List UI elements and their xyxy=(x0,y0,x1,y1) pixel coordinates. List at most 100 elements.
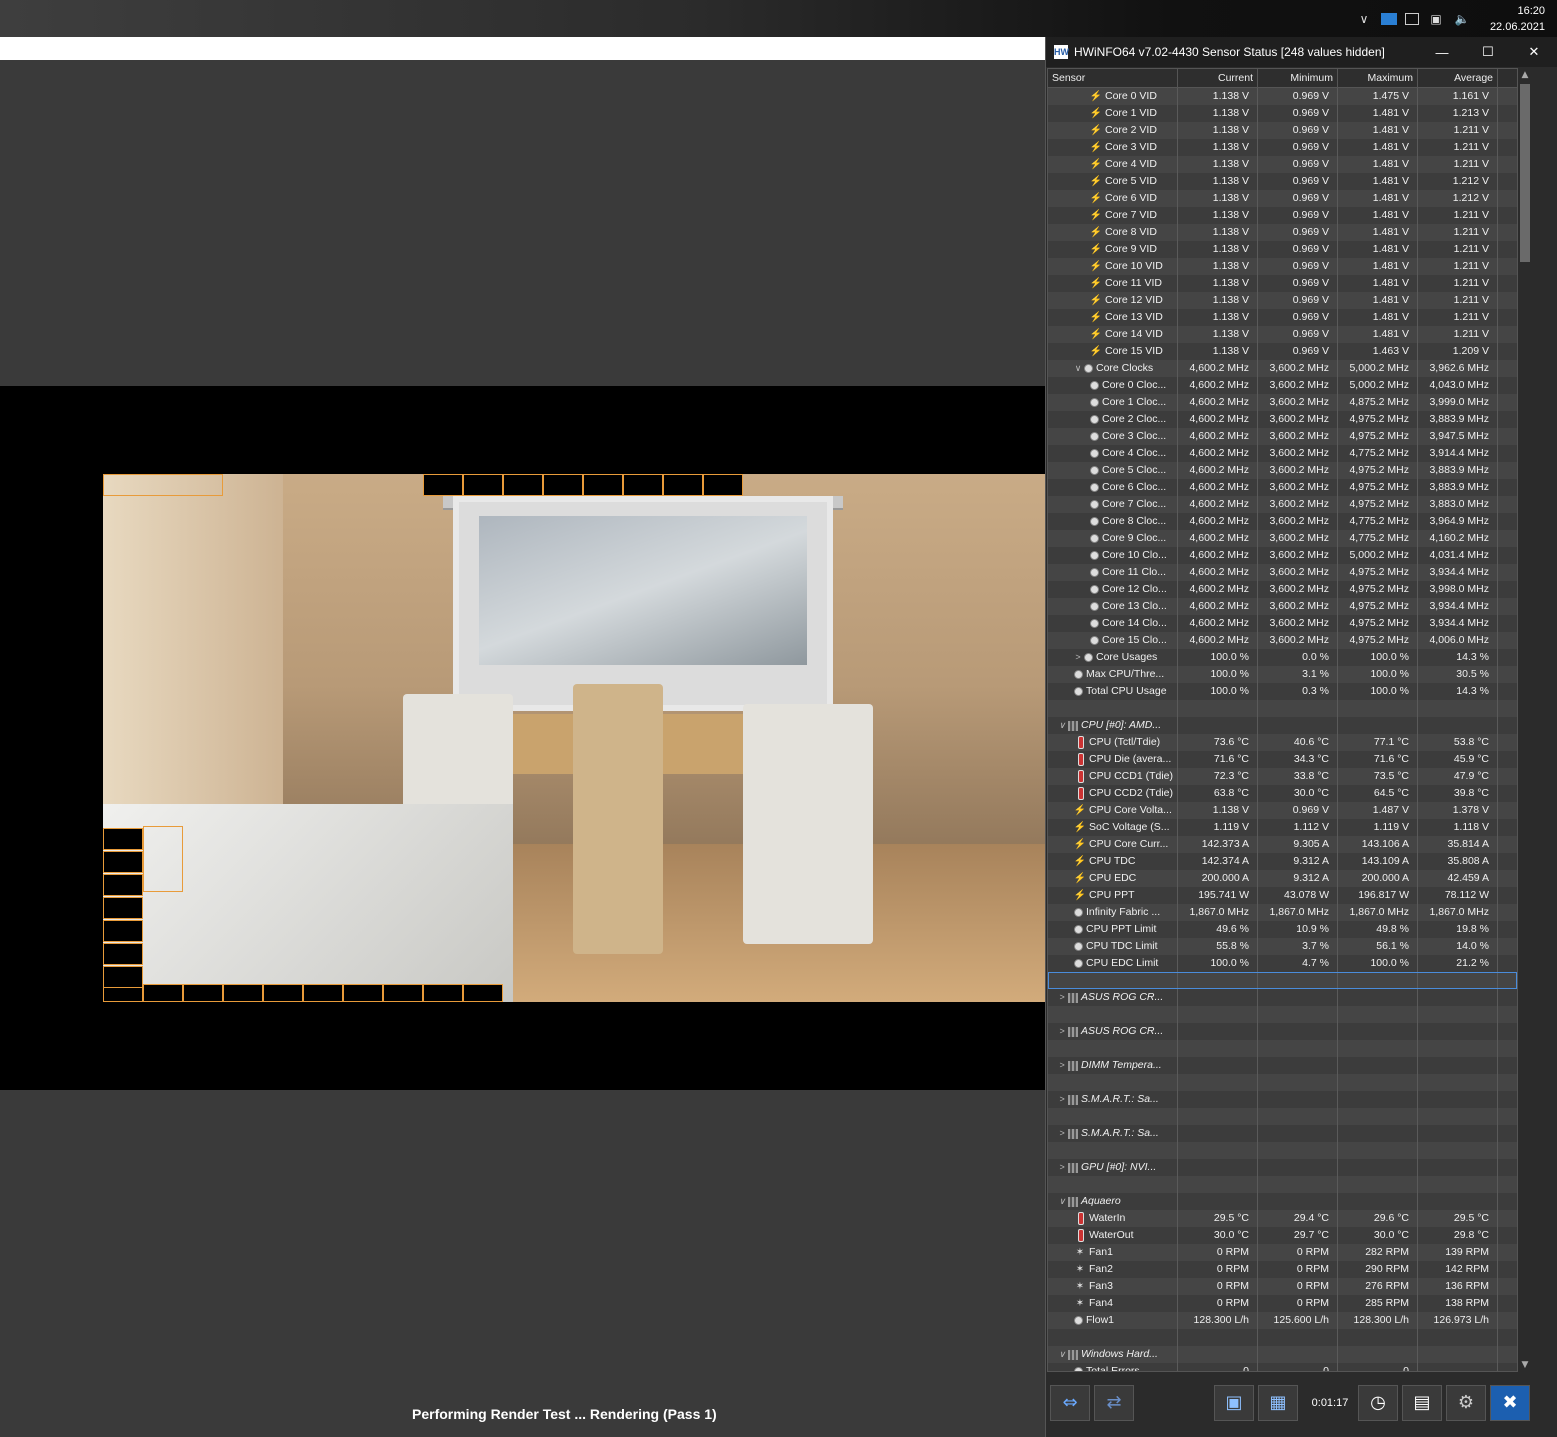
gear-icon[interactable]: ⚙ xyxy=(1446,1384,1486,1421)
sensor-row[interactable]: ⚡ Core 10 VID 1.138 V 0.969 V 1.481 V 1.211 V xyxy=(1048,258,1517,275)
sensor-row[interactable]: Core 0 Cloc... 4,600.2 MHz 3,600.2 MHz 5,00… xyxy=(1048,377,1517,394)
column-header-minimum[interactable]: Minimum xyxy=(1258,69,1338,87)
sensor-row[interactable]: CPU (Tctl/Tdie) 73.6 °C 40.6 °C 77.1 °C 53.8… xyxy=(1048,734,1517,751)
sensor-row[interactable]: ⚡ CPU EDC 200.000 A 9.312 A 200.000 A 42.459 … xyxy=(1048,870,1517,887)
report-icon[interactable]: ▤ xyxy=(1402,1384,1442,1421)
sensor-row[interactable]: Total CPU Usage 100.0 % 0.3 % 100.0 % 14.3 % xyxy=(1048,683,1517,700)
monitor-network-icon[interactable]: ▣ xyxy=(1214,1384,1254,1421)
sensor-row[interactable]: Core 5 Cloc... 4,600.2 MHz 3,600.2 MHz 4,97… xyxy=(1048,462,1517,479)
sensor-row[interactable]: ✶ Fan3 0 RPM 0 RPM 276 RPM 136 RPM xyxy=(1048,1278,1517,1295)
sensor-row[interactable]: ⚡ Core 8 VID 1.138 V 0.969 V 1.481 V 1.211 V xyxy=(1048,224,1517,241)
collapse-arrows-icon[interactable]: ⇄ xyxy=(1094,1384,1134,1421)
sensor-row[interactable]: Core 9 Cloc... 4,600.2 MHz 3,600.2 MHz 4,77… xyxy=(1048,530,1517,547)
sensor-row[interactable]: Core 1 Cloc... 4,600.2 MHz 3,600.2 MHz 4,87… xyxy=(1048,394,1517,411)
sensor-row[interactable]: ✶ Fan2 0 RPM 0 RPM 290 RPM 142 RPM xyxy=(1048,1261,1517,1278)
sensor-row[interactable]: Core 2 Cloc... 4,600.2 MHz 3,600.2 MHz 4,97… xyxy=(1048,411,1517,428)
sensor-grid[interactable]: Sensor Current Minimum Maximum Average ⚡… xyxy=(1047,68,1518,1372)
volume-icon[interactable]: 🔈 xyxy=(1453,12,1471,26)
expand-chevron-icon[interactable]: > xyxy=(1056,1125,1068,1142)
sensor-row[interactable]: Total Errors 0 0 0 xyxy=(1048,1363,1517,1371)
sensor-row[interactable]: WaterOut 30.0 °C 29.7 °C 30.0 °C 29.8 °C xyxy=(1048,1227,1517,1244)
sensor-row[interactable]: Core 15 Clo... 4,600.2 MHz 3,600.2 MHz 4,97… xyxy=(1048,632,1517,649)
collapse-chevron-icon[interactable]: ∨ xyxy=(1056,1346,1068,1363)
sensor-row[interactable]: Core 11 Clo... 4,600.2 MHz 3,600.2 MHz 4,97… xyxy=(1048,564,1517,581)
column-header-average[interactable]: Average xyxy=(1418,69,1498,87)
sensor-row[interactable]: ⚡ Core 2 VID 1.138 V 0.969 V 1.481 V 1.211 V xyxy=(1048,122,1517,139)
sensor-row[interactable]: Core 10 Clo... 4,600.2 MHz 3,600.2 MHz 5,00… xyxy=(1048,547,1517,564)
sensor-row[interactable]: ⚡ Core 9 VID 1.138 V 0.969 V 1.481 V 1.211 V xyxy=(1048,241,1517,258)
sensor-row[interactable]: Core 3 Cloc... 4,600.2 MHz 3,600.2 MHz 4,97… xyxy=(1048,428,1517,445)
vertical-scrollbar[interactable]: ▲ ▼ xyxy=(1518,68,1532,1372)
expand-chevron-icon[interactable]: > xyxy=(1056,1159,1068,1176)
sensor-row[interactable]: Core 12 Clo... 4,600.2 MHz 3,600.2 MHz 4,97… xyxy=(1048,581,1517,598)
maximize-button[interactable]: ☐ xyxy=(1465,37,1511,67)
scroll-thumb[interactable] xyxy=(1520,84,1530,262)
sensor-row[interactable]: CPU EDC Limit 100.0 % 4.7 % 100.0 % 21.2 % xyxy=(1048,955,1517,972)
sensor-group-row[interactable]: > ASUS ROG CR... xyxy=(1048,989,1517,1006)
sensor-row[interactable]: ⚡ CPU PPT 195.741 W 43.078 W 196.817 W 78.112… xyxy=(1048,887,1517,904)
sensor-row[interactable]: > Core Usages 100.0 % 0.0 % 100.0 % 14.3 % xyxy=(1048,649,1517,666)
scroll-up-icon[interactable]: ▲ xyxy=(1518,68,1532,82)
sensor-row[interactable]: CPU CCD1 (Tdie) 72.3 °C 33.8 °C 73.5 °C 47.9… xyxy=(1048,768,1517,785)
sensor-row[interactable]: Core 8 Cloc... 4,600.2 MHz 3,600.2 MHz 4,77… xyxy=(1048,513,1517,530)
sensor-group-row[interactable]: > GPU [#0]: NVI... xyxy=(1048,1159,1517,1176)
sensor-row[interactable]: ⚡ SoC Voltage (S... 1.119 V 1.112 V 1.119 V1… xyxy=(1048,819,1517,836)
sensor-row[interactable]: Core 6 Cloc... 4,600.2 MHz 3,600.2 MHz 4,97… xyxy=(1048,479,1517,496)
network-switch-icon[interactable]: ▦ xyxy=(1258,1384,1298,1421)
sensor-group-row[interactable]: ∨ Aquaero xyxy=(1048,1193,1517,1210)
minimize-button[interactable]: — xyxy=(1419,37,1465,67)
expand-chevron-icon[interactable]: > xyxy=(1072,649,1084,666)
monitor-icon[interactable] xyxy=(1381,12,1397,25)
sensor-row[interactable]: ⚡ Core 6 VID 1.138 V 0.969 V 1.481 V 1.212 V xyxy=(1048,190,1517,207)
hwinfo-titlebar[interactable]: HW HWiNFO64 v7.02-4430 Sensor Status [24… xyxy=(1046,37,1557,67)
expand-chevron-icon[interactable]: > xyxy=(1056,1023,1068,1040)
sensor-row[interactable]: CPU Die (avera... 71.6 °C 34.3 °C 71.6 °C 45… xyxy=(1048,751,1517,768)
sensor-row[interactable]: ⚡ Core 11 VID 1.138 V 0.969 V 1.481 V 1.211 V xyxy=(1048,275,1517,292)
scroll-down-icon[interactable]: ▼ xyxy=(1518,1358,1532,1372)
sensor-row[interactable]: ⚡ Core 5 VID 1.138 V 0.969 V 1.481 V 1.212 V xyxy=(1048,173,1517,190)
network-tray-icon[interactable] xyxy=(1405,12,1419,25)
sensor-row[interactable]: ✶ Fan1 0 RPM 0 RPM 282 RPM 139 RPM xyxy=(1048,1244,1517,1261)
sensor-group-row[interactable]: > DIMM Tempera... xyxy=(1048,1057,1517,1074)
tray-clock[interactable]: 16:20 22.06.2021 xyxy=(1475,3,1557,35)
expand-chevron-icon[interactable]: > xyxy=(1056,1091,1068,1108)
column-header-current[interactable]: Current xyxy=(1178,69,1258,87)
hwinfo-window[interactable]: HW HWiNFO64 v7.02-4430 Sensor Status [24… xyxy=(1045,37,1557,1437)
sensor-group-row[interactable]: > S.M.A.R.T.: Sa... xyxy=(1048,1125,1517,1142)
chevron-up-icon[interactable]: ∨ xyxy=(1355,12,1373,26)
network-icon[interactable]: ▣ xyxy=(1427,12,1445,26)
sensor-row[interactable]: ⚡ CPU Core Volta... 1.138 V 0.969 V 1.487 V1… xyxy=(1048,802,1517,819)
sensor-row[interactable]: Max CPU/Thre... 100.0 % 3.1 % 100.0 % 30.5 % xyxy=(1048,666,1517,683)
collapse-chevron-icon[interactable]: ∨ xyxy=(1056,717,1068,734)
sensor-group-row[interactable]: ∨ CPU [#0]: AMD... xyxy=(1048,717,1517,734)
clock-icon[interactable]: ◷ xyxy=(1358,1384,1398,1421)
column-header-maximum[interactable]: Maximum xyxy=(1338,69,1418,87)
column-header-sensor[interactable]: Sensor xyxy=(1048,69,1178,87)
sensor-group-row[interactable]: > S.M.A.R.T.: Sa... xyxy=(1048,1091,1517,1108)
sensor-row[interactable]: ⚡ Core 7 VID 1.138 V 0.969 V 1.481 V 1.211 V xyxy=(1048,207,1517,224)
sensor-row[interactable]: ⚡ Core 4 VID 1.138 V 0.969 V 1.481 V 1.211 V xyxy=(1048,156,1517,173)
collapse-chevron-icon[interactable]: ∨ xyxy=(1072,360,1084,377)
sensor-row[interactable]: ⚡ Core 0 VID 1.138 V 0.969 V 1.475 V 1.161 V xyxy=(1048,88,1517,105)
sensor-row[interactable]: ⚡ CPU Core Curr... 142.373 A 9.305 A 143.106… xyxy=(1048,836,1517,853)
sensor-group-row[interactable]: ∨ Windows Hard... xyxy=(1048,1346,1517,1363)
sensor-row[interactable]: Core 14 Clo... 4,600.2 MHz 3,600.2 MHz 4,97… xyxy=(1048,615,1517,632)
sensor-row[interactable]: ⚡ Core 13 VID 1.138 V 0.969 V 1.481 V 1.211 V xyxy=(1048,309,1517,326)
sensor-row[interactable]: Flow1 128.300 L/h 125.600 L/h 128.300 L/h 12… xyxy=(1048,1312,1517,1329)
expand-arrows-icon[interactable]: ⇔ xyxy=(1050,1384,1090,1421)
sensor-row[interactable]: ⚡ Core 1 VID 1.138 V 0.969 V 1.481 V 1.213 V xyxy=(1048,105,1517,122)
sensor-row[interactable]: ∨ Core Clocks 4,600.2 MHz 3,600.2 MHz 5,000.… xyxy=(1048,360,1517,377)
collapse-chevron-icon[interactable]: ∨ xyxy=(1056,1193,1068,1210)
close-button[interactable]: ✕ xyxy=(1511,37,1557,67)
sensor-row[interactable]: Infinity Fabric ... 1,867.0 MHz 1,867.0 MH… xyxy=(1048,904,1517,921)
close-icon[interactable]: ✖ xyxy=(1490,1384,1530,1421)
sensor-row[interactable]: CPU PPT Limit 49.6 % 10.9 % 49.8 % 19.8 % xyxy=(1048,921,1517,938)
sensor-row[interactable]: ✶ Fan4 0 RPM 0 RPM 285 RPM 138 RPM xyxy=(1048,1295,1517,1312)
sensor-row[interactable]: ⚡ Core 14 VID 1.138 V 0.969 V 1.481 V 1.211 V xyxy=(1048,326,1517,343)
sensor-group-row[interactable]: > ASUS ROG CR... xyxy=(1048,1023,1517,1040)
expand-chevron-icon[interactable]: > xyxy=(1056,1057,1068,1074)
expand-chevron-icon[interactable]: > xyxy=(1056,989,1068,1006)
sensor-row[interactable]: Core 7 Cloc... 4,600.2 MHz 3,600.2 MHz 4,97… xyxy=(1048,496,1517,513)
sensor-row[interactable]: CPU CCD2 (Tdie) 63.8 °C 30.0 °C 64.5 °C 39.8… xyxy=(1048,785,1517,802)
sensor-row[interactable]: CPU TDC Limit 55.8 % 3.7 % 56.1 % 14.0 % xyxy=(1048,938,1517,955)
